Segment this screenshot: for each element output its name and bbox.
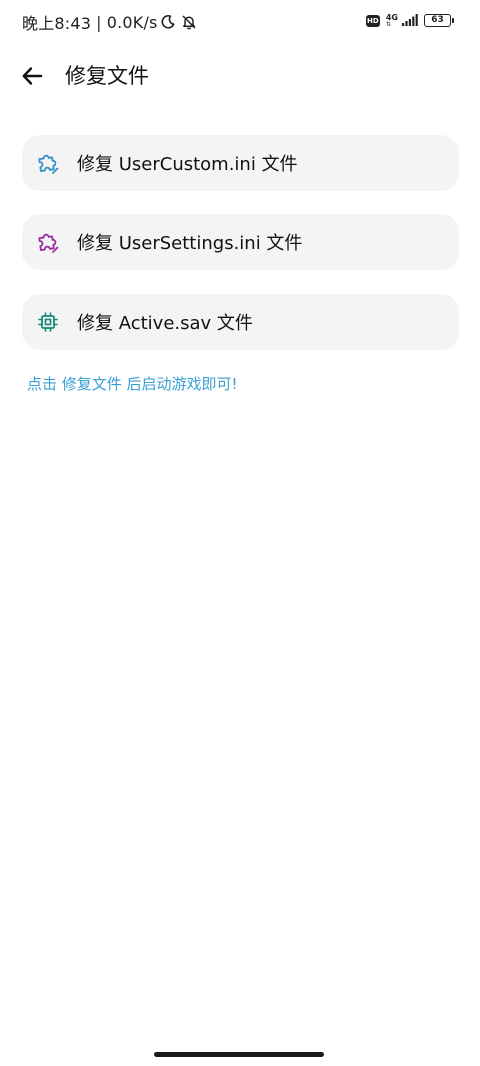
fix-usercustom-button[interactable]: 修复 UserCustom.ini 文件 (22, 135, 459, 191)
puzzle-icon (35, 229, 61, 255)
card-label: 修复 Active.sav 文件 (77, 313, 253, 334)
status-right: HD 4G ⇅ 63 (365, 11, 454, 30)
status-left: 晚上8:43 | 0.0K/s (22, 10, 197, 34)
battery-icon: 63 (424, 14, 454, 27)
app-bar: 修复文件 (0, 52, 480, 100)
card-label: 修复 UserSettings.ini 文件 (77, 233, 303, 254)
status-bar: 晚上8:43 | 0.0K/s HD 4G ⇅ 63 (0, 0, 480, 42)
hd-badge: HD (365, 14, 380, 27)
back-button[interactable] (16, 60, 48, 92)
arrow-left-icon (22, 67, 43, 85)
network-indicator: 4G ⇅ (385, 13, 398, 28)
bell-off-icon (181, 14, 197, 30)
moon-icon (160, 14, 176, 30)
battery-cap (452, 18, 454, 23)
fix-active-sav-button[interactable]: 修复 Active.sav 文件 (22, 294, 459, 350)
card-label: 修复 UserCustom.ini 文件 (77, 154, 298, 175)
fix-usersettings-button[interactable]: 修复 UserSettings.ini 文件 (22, 214, 459, 270)
page-title: 修复文件 (65, 64, 149, 88)
puzzle-icon (35, 150, 61, 176)
status-separator: | (96, 12, 102, 32)
data-arrows-icon: ⇅ (385, 20, 391, 28)
status-time: 晚上8:43 (22, 14, 92, 33)
battery-level: 63 (424, 14, 451, 27)
signal-icon (402, 11, 418, 30)
home-indicator[interactable] (154, 1052, 324, 1057)
chip-icon (35, 309, 61, 335)
net-speed: 0.0K/s (106, 12, 158, 32)
hint-text: 点击 修复文件 后启动游戏即可! (27, 375, 238, 393)
